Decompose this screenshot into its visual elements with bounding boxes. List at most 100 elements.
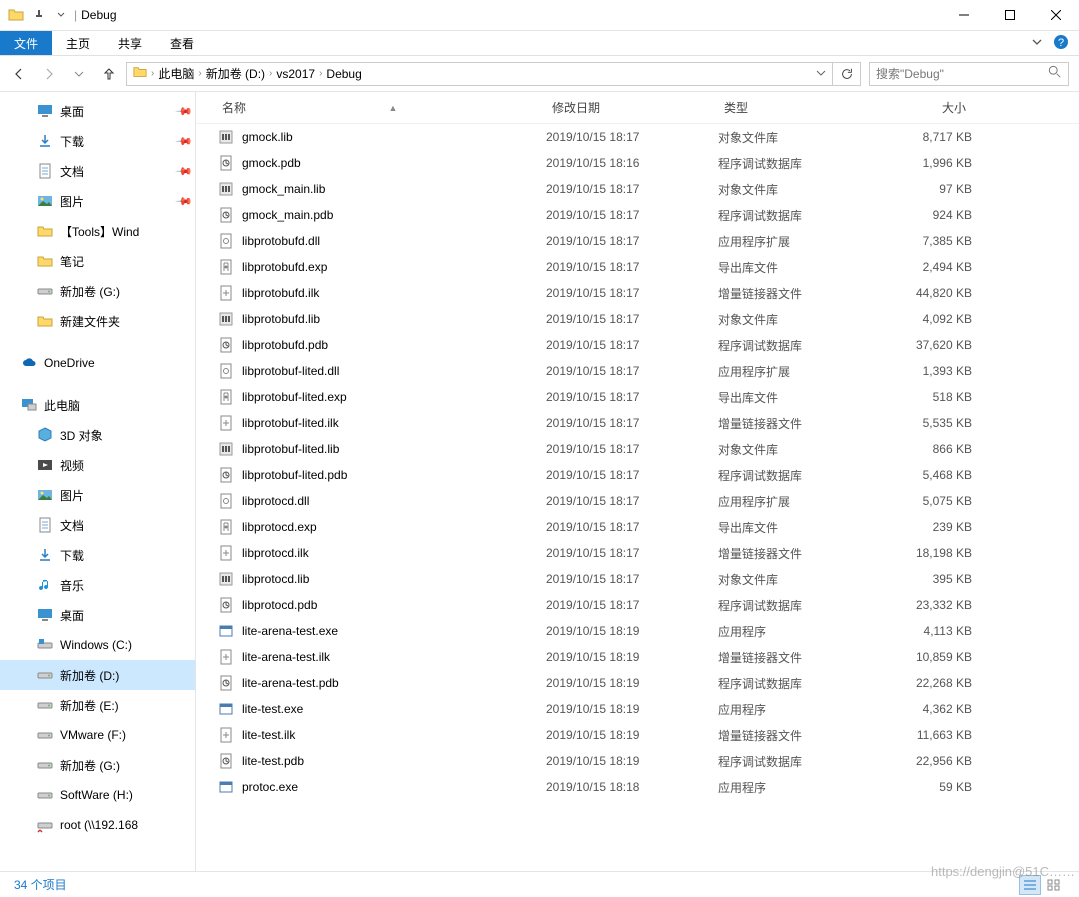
tree-item[interactable]: 新加卷 (G:) xyxy=(0,276,195,306)
file-date: 2019/10/15 18:17 xyxy=(546,390,718,404)
tree-item[interactable]: 图片📌 xyxy=(0,186,195,216)
file-row[interactable]: libprotocd.lib2019/10/15 18:17对象文件库395 K… xyxy=(196,566,1079,592)
file-row[interactable]: gmock.pdb2019/10/15 18:16程序调试数据库1,996 KB xyxy=(196,150,1079,176)
file-row[interactable]: protoc.exe2019/10/15 18:18应用程序59 KB xyxy=(196,774,1079,800)
file-row[interactable]: libprotobuf-lited.lib2019/10/15 18:17对象文… xyxy=(196,436,1079,462)
tree-item[interactable]: 图片 xyxy=(0,480,195,510)
navigation-pane[interactable]: 桌面📌下载📌文档📌图片📌【Tools】Wind笔记新加卷 (G:)新建文件夹On… xyxy=(0,92,196,871)
tree-item[interactable]: SoftWare (H:) xyxy=(0,780,195,810)
column-header-name[interactable]: 名称▲ xyxy=(216,99,546,116)
address-dropdown-icon[interactable] xyxy=(810,67,832,81)
tree-item[interactable]: 文档 xyxy=(0,510,195,540)
tree-item[interactable]: 新建文件夹 xyxy=(0,306,195,336)
file-row[interactable]: libprotobufd.exp2019/10/15 18:17导出库文件2,4… xyxy=(196,254,1079,280)
tree-item[interactable]: 下载📌 xyxy=(0,126,195,156)
view-icons-button[interactable] xyxy=(1043,875,1065,895)
file-row[interactable]: libprotocd.dll2019/10/15 18:17应用程序扩展5,07… xyxy=(196,488,1079,514)
tree-item[interactable]: 音乐 xyxy=(0,570,195,600)
download-icon xyxy=(36,547,54,563)
search-input[interactable]: 搜索"Debug" xyxy=(869,62,1069,86)
exe-icon xyxy=(216,623,236,639)
tree-item[interactable]: 视频 xyxy=(0,450,195,480)
minimize-button[interactable] xyxy=(941,0,987,30)
file-row[interactable]: gmock_main.pdb2019/10/15 18:17程序调试数据库924… xyxy=(196,202,1079,228)
ribbon-tab-home[interactable]: 主页 xyxy=(52,31,104,55)
view-details-button[interactable] xyxy=(1019,875,1041,895)
file-row[interactable]: gmock_main.lib2019/10/15 18:17对象文件库97 KB xyxy=(196,176,1079,202)
search-icon[interactable] xyxy=(1048,65,1062,82)
breadcrumb-folder-icon xyxy=(131,65,149,82)
help-icon[interactable]: ? xyxy=(1053,34,1069,53)
nav-back-button[interactable] xyxy=(10,65,28,83)
tree-item[interactable]: 桌面📌 xyxy=(0,96,195,126)
chevron-right-icon[interactable]: › xyxy=(149,68,156,79)
file-list[interactable]: gmock.lib2019/10/15 18:17对象文件库8,717 KBgm… xyxy=(196,124,1079,871)
folder-icon xyxy=(8,7,24,23)
file-row[interactable]: libprotobufd.dll2019/10/15 18:17应用程序扩展7,… xyxy=(196,228,1079,254)
tree-item[interactable]: 笔记 xyxy=(0,246,195,276)
close-button[interactable] xyxy=(1033,0,1079,30)
file-row[interactable]: libprotobufd.pdb2019/10/15 18:17程序调试数据库3… xyxy=(196,332,1079,358)
ribbon-tab-view[interactable]: 查看 xyxy=(156,31,208,55)
file-row[interactable]: libprotocd.exp2019/10/15 18:17导出库文件239 K… xyxy=(196,514,1079,540)
breadcrumb-item[interactable]: Debug xyxy=(324,63,363,85)
ribbon-tab-file[interactable]: 文件 xyxy=(0,31,52,55)
ribbon: 文件 主页 共享 查看 ? xyxy=(0,31,1079,56)
nav-history-dropdown[interactable] xyxy=(70,65,88,83)
tree-item[interactable]: 新加卷 (G:) xyxy=(0,750,195,780)
file-row[interactable]: gmock.lib2019/10/15 18:17对象文件库8,717 KB xyxy=(196,124,1079,150)
tree-item[interactable]: 【Tools】Wind xyxy=(0,216,195,246)
file-row[interactable]: lite-arena-test.exe2019/10/15 18:19应用程序4… xyxy=(196,618,1079,644)
refresh-button[interactable] xyxy=(833,62,861,86)
column-header-size[interactable]: 大小 xyxy=(872,99,972,116)
chevron-right-icon[interactable]: › xyxy=(196,68,203,79)
file-row[interactable]: lite-arena-test.ilk2019/10/15 18:19增量链接器… xyxy=(196,644,1079,670)
file-row[interactable]: libprotobufd.ilk2019/10/15 18:17增量链接器文件4… xyxy=(196,280,1079,306)
drive-icon xyxy=(36,787,54,803)
tree-item[interactable]: OneDrive xyxy=(0,348,195,378)
file-row[interactable]: libprotobuf-lited.pdb2019/10/15 18:17程序调… xyxy=(196,462,1079,488)
qat-pin-icon[interactable] xyxy=(30,4,48,26)
file-row[interactable]: libprotobufd.lib2019/10/15 18:17对象文件库4,0… xyxy=(196,306,1079,332)
file-type: 增量链接器文件 xyxy=(718,545,872,562)
file-row[interactable]: libprotocd.ilk2019/10/15 18:17增量链接器文件18,… xyxy=(196,540,1079,566)
file-row[interactable]: libprotocd.pdb2019/10/15 18:17程序调试数据库23,… xyxy=(196,592,1079,618)
file-row[interactable]: lite-arena-test.pdb2019/10/15 18:19程序调试数… xyxy=(196,670,1079,696)
tree-item[interactable]: 3D 对象 xyxy=(0,420,195,450)
breadcrumb-bar[interactable]: › 此电脑 › 新加卷 (D:) › vs2017 › Debug xyxy=(126,62,833,86)
tree-item-label: 3D 对象 xyxy=(60,427,103,444)
nav-up-button[interactable] xyxy=(100,65,118,83)
ribbon-expand-icon[interactable] xyxy=(1031,36,1043,51)
qat-dropdown-icon[interactable] xyxy=(52,4,70,26)
file-row[interactable]: libprotobuf-lited.ilk2019/10/15 18:17增量链… xyxy=(196,410,1079,436)
drive-icon xyxy=(36,727,54,743)
maximize-button[interactable] xyxy=(987,0,1033,30)
tree-item[interactable]: 下载 xyxy=(0,540,195,570)
column-header-type[interactable]: 类型 xyxy=(718,99,872,116)
drive-icon xyxy=(36,757,54,773)
ilk-icon xyxy=(216,285,236,301)
tree-item[interactable]: 新加卷 (D:) xyxy=(0,660,195,690)
tree-item[interactable]: root (\\192.168 xyxy=(0,810,195,840)
tree-item[interactable]: Windows (C:) xyxy=(0,630,195,660)
file-row[interactable]: libprotobuf-lited.dll2019/10/15 18:17应用程… xyxy=(196,358,1079,384)
file-row[interactable]: libprotobuf-lited.exp2019/10/15 18:17导出库… xyxy=(196,384,1079,410)
tree-item[interactable]: 文档📌 xyxy=(0,156,195,186)
column-header-date[interactable]: 修改日期 xyxy=(546,99,718,116)
tree-item[interactable]: 桌面 xyxy=(0,600,195,630)
breadcrumb-item[interactable]: 此电脑 xyxy=(156,63,196,85)
file-row[interactable]: lite-test.pdb2019/10/15 18:19程序调试数据库22,9… xyxy=(196,748,1079,774)
chevron-right-icon[interactable]: › xyxy=(317,68,324,79)
tree-item[interactable]: 此电脑 xyxy=(0,390,195,420)
file-row[interactable]: lite-test.ilk2019/10/15 18:19增量链接器文件11,6… xyxy=(196,722,1079,748)
chevron-right-icon[interactable]: › xyxy=(267,68,274,79)
breadcrumb-item[interactable]: 新加卷 (D:) xyxy=(204,63,267,85)
tree-item-label: 新加卷 (E:) xyxy=(60,697,119,714)
ribbon-tab-share[interactable]: 共享 xyxy=(104,31,156,55)
file-row[interactable]: lite-test.exe2019/10/15 18:19应用程序4,362 K… xyxy=(196,696,1079,722)
breadcrumb-item[interactable]: vs2017 xyxy=(274,63,317,85)
tree-item[interactable]: VMware (F:) xyxy=(0,720,195,750)
file-type: 导出库文件 xyxy=(718,389,872,406)
tree-item[interactable]: 新加卷 (E:) xyxy=(0,690,195,720)
nav-forward-button[interactable] xyxy=(40,65,58,83)
